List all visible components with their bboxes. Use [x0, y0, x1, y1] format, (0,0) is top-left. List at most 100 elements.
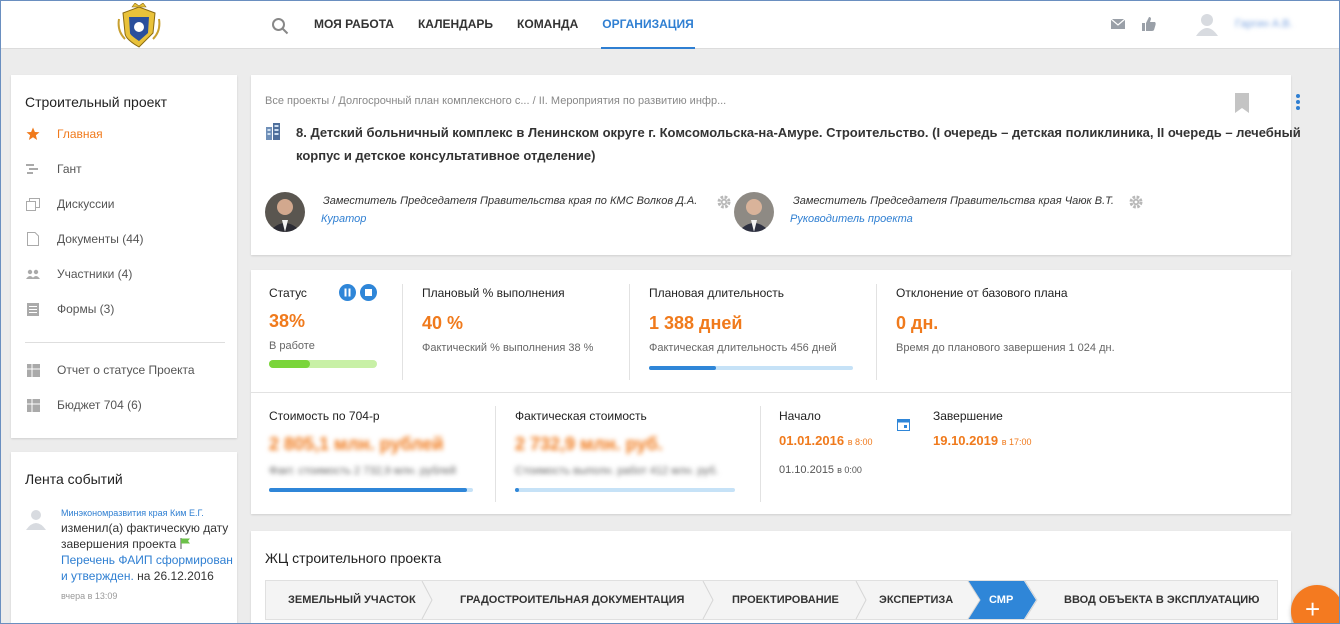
sidebar-item-label: Дискуссии — [57, 197, 115, 211]
lifecycle-step[interactable]: ВВОД ОБЪЕКТА В ЭКСПЛУАТАЦИЮ — [1064, 581, 1260, 619]
discussion-icon — [25, 196, 41, 212]
feed-text: изменил(а) фактическую дату завершения п… — [61, 520, 236, 584]
cost-704-label: Стоимость по 704-р — [269, 409, 380, 423]
stop-button[interactable] — [360, 284, 377, 301]
breadcrumb-item[interactable]: II. Мероприятия по развитию инфр... — [539, 95, 727, 107]
lifecycle-step[interactable]: ГРАДОСТРОИТЕЛЬНАЯ ДОКУМЕНТАЦИЯ — [460, 581, 684, 619]
start-date: 01.01.2016 в 8:00 — [779, 433, 873, 448]
sidebar-item-label: Участники (4) — [57, 267, 133, 281]
cost-704-progress — [269, 488, 473, 492]
status-progress — [269, 360, 377, 368]
add-button[interactable]: + — [1291, 585, 1340, 624]
status-progress-fill — [269, 360, 311, 368]
flag-icon — [180, 538, 190, 549]
manager-position: Заместитель Председателя Правительства к… — [793, 195, 1114, 207]
feed-text-before: изменил(а) фактическую дату завершения п… — [61, 521, 229, 551]
planned-duration-sub: Фактическая длительность 456 дней — [649, 342, 837, 354]
sidebar-item-label: Гант — [57, 162, 82, 176]
deviation-label: Отклонение от базового плана — [896, 286, 1068, 300]
lifecycle-step-active[interactable]: СМР — [989, 581, 1013, 619]
table-icon — [25, 362, 41, 378]
cost-704-progress-fill — [269, 488, 467, 492]
breadcrumb-item[interactable]: Долгосрочный план комплексного с... — [338, 95, 529, 107]
sidebar-item-label: Главная — [57, 127, 103, 141]
search-icon[interactable] — [271, 17, 289, 35]
main-nav: МОЯ РАБОТА КАЛЕНДАРЬ КОМАНДА ОРГАНИЗАЦИЯ — [313, 1, 717, 49]
sidebar-item-documents[interactable]: Документы (44) — [25, 229, 144, 249]
planned-duration-label: Плановая длительность — [649, 286, 784, 300]
nav-organization[interactable]: ОРГАНИЗАЦИЯ — [601, 1, 695, 49]
start-label: Начало — [779, 409, 821, 423]
gantt-icon — [25, 161, 41, 177]
lifecycle-stepper: ЗЕМЕЛЬНЫЙ УЧАСТОК ГРАДОСТРОИТЕЛЬНАЯ ДОКУ… — [265, 580, 1278, 620]
sidebar-item-gantt[interactable]: Гант — [25, 159, 82, 179]
breadcrumb-separator: / — [529, 95, 539, 107]
bookmark-icon[interactable] — [1234, 93, 1250, 113]
lifecycle-step[interactable]: ЗЕМЕЛЬНЫЙ УЧАСТОК — [288, 581, 416, 619]
sidebar-item-label: Формы (3) — [57, 302, 115, 316]
breadcrumb-item[interactable]: Все проекты — [265, 95, 329, 107]
user-name[interactable]: Гаргин А.В. — [1235, 18, 1293, 30]
sidebar-item-main[interactable]: Главная — [25, 124, 103, 144]
cost-704-sub: Факт. стоимость 2 732,9 млн. рублей — [269, 465, 457, 477]
planned-percent-label: Плановый % выполнения — [422, 286, 565, 300]
manager-avatar[interactable] — [734, 192, 774, 232]
sidebar-item-budget[interactable]: Бюджет 704 (6) — [25, 395, 142, 415]
sidebar-item-label: Отчет о статусе Проекта — [57, 363, 195, 377]
status-sub: В работе — [269, 340, 315, 352]
nav-my-work[interactable]: МОЯ РАБОТА — [313, 1, 395, 49]
sidebar-item-forms[interactable]: Формы (3) — [25, 299, 114, 319]
feed-title: Лента событий — [25, 471, 123, 487]
duration-progress — [649, 366, 853, 370]
feed-author[interactable]: Минэкономразвития края Ким Е.Г. — [61, 508, 204, 518]
user-avatar[interactable] — [1195, 12, 1219, 36]
divider — [251, 392, 1291, 393]
form-icon — [25, 301, 41, 317]
cost-704-value: 2 805,1 млн. рублей — [269, 434, 444, 454]
gear-icon[interactable] — [717, 195, 731, 209]
base-start-date: 01.10.2015 в 0:00 — [779, 464, 862, 476]
breadcrumb: Все проекты / Долгосрочный план комплекс… — [265, 95, 726, 107]
nav-calendar[interactable]: КАЛЕНДАРЬ — [417, 1, 494, 49]
pause-icon — [344, 288, 351, 297]
plus-icon: + — [1305, 594, 1321, 624]
start-date-value: 01.01.2016 — [779, 433, 845, 448]
table-icon — [25, 397, 41, 413]
deviation-value: 0 дн. — [896, 313, 939, 333]
more-vertical-icon[interactable] — [1295, 93, 1301, 111]
people-icon — [25, 266, 41, 282]
actual-cost-label: Фактическая стоимость — [515, 409, 647, 423]
manager-role: Руководитель проекта — [790, 213, 913, 225]
gear-icon[interactable] — [1129, 195, 1143, 209]
divider — [629, 284, 630, 380]
actual-cost-progress-fill — [515, 488, 520, 492]
feed-text-after: на 26.12.2016 — [137, 569, 214, 583]
end-date: 19.10.2019 в 17:00 — [933, 433, 1032, 448]
document-icon — [25, 231, 41, 247]
top-navbar: МОЯ РАБОТА КАЛЕНДАРЬ КОМАНДА ОРГАНИЗАЦИЯ… — [1, 1, 1339, 49]
planned-duration-value: 1 388 дней — [649, 313, 743, 333]
duration-progress-fill — [649, 366, 717, 370]
nav-team[interactable]: КОМАНДА — [516, 1, 579, 49]
lifecycle-step[interactable]: ПРОЕКТИРОВАНИЕ — [732, 581, 839, 619]
sidebar-item-discussions[interactable]: Дискуссии — [25, 194, 115, 214]
curator-avatar[interactable] — [265, 192, 305, 232]
curator-position: Заместитель Председателя Правительства к… — [323, 195, 698, 207]
pause-button[interactable] — [339, 284, 356, 301]
event-feed: Лента событий Минэкономразвития края Ким… — [11, 452, 237, 624]
star-icon — [25, 126, 41, 142]
coat-of-arms-logo[interactable] — [117, 3, 161, 49]
project-title: 8. Детский больничный комплекс в Ленинск… — [296, 125, 1301, 163]
divider — [495, 406, 496, 502]
planned-percent-value: 40 % — [422, 313, 464, 333]
mail-icon[interactable] — [1110, 16, 1126, 32]
status-label: Статус — [269, 286, 307, 300]
sidebar-divider — [25, 342, 225, 343]
calendar-icon[interactable] — [897, 418, 910, 431]
lifecycle-step[interactable]: ЭКСПЕРТИЗА — [879, 581, 953, 619]
deviation-sub: Время до планового завершения 1 024 дн. — [896, 342, 1115, 354]
thumbs-up-icon[interactable] — [1141, 16, 1157, 32]
sidebar-item-participants[interactable]: Участники (4) — [25, 264, 132, 284]
sidebar-item-status-report[interactable]: Отчет о статусе Проекта — [25, 360, 195, 380]
actual-cost-value: 2 732,9 млн. руб. — [515, 434, 663, 454]
